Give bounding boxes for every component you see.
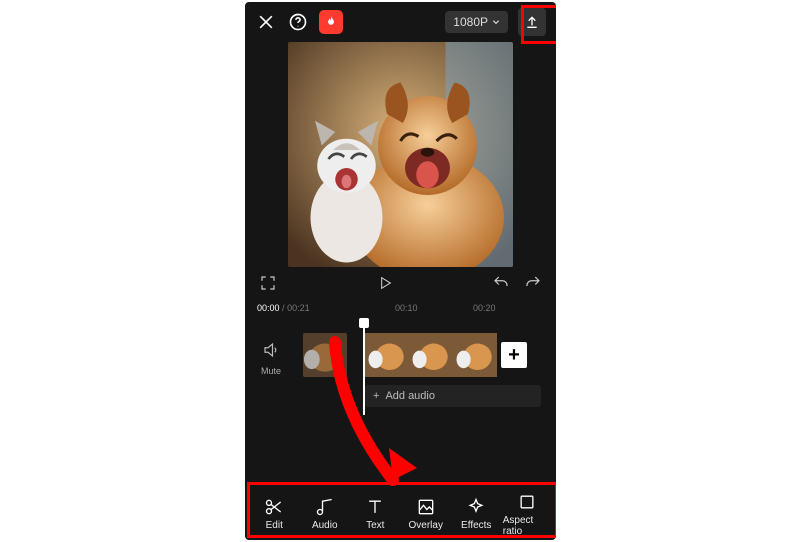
clip-frame [453,333,497,377]
redo-icon [524,274,542,292]
pro-flame-icon[interactable] [319,10,343,34]
playback-controls [245,267,556,303]
top-bar: 1080P [245,2,556,42]
music-note-icon [315,497,335,517]
text-icon [365,497,385,517]
add-audio-label: Add audio [385,390,435,402]
total-time: / 00:21 [282,303,310,313]
resolution-dropdown[interactable]: 1080P [445,11,508,33]
undo-icon [492,274,510,292]
aspect-ratio-icon [517,492,537,512]
resolution-label: 1080P [453,15,488,29]
clip-strip[interactable] [365,333,497,377]
mute-toggle[interactable]: Mute [251,341,291,376]
upload-icon [524,14,540,30]
help-icon[interactable] [287,11,309,33]
fullscreen-button[interactable] [259,274,277,297]
current-time: 00:00 [257,303,280,313]
tool-label: Aspect ratio [503,515,551,537]
tool-bar: Edit Audio Text Overlay Effects Aspect r… [245,488,556,540]
tool-aspect-ratio[interactable]: Aspect ratio [503,492,551,537]
tool-overlay[interactable]: Overlay [402,497,450,531]
timeline[interactable]: Mute + + Add audio [245,323,556,419]
ruler-mark: 00:10 [395,303,418,313]
clip-frame [409,333,453,377]
speaker-icon [262,341,280,359]
tool-label: Edit [266,520,283,531]
close-icon[interactable] [255,11,277,33]
video-editor-app: 1080P [245,2,556,540]
cover-clip-thumb[interactable] [303,333,347,377]
play-icon [377,275,393,291]
tool-effects[interactable]: Effects [452,497,500,531]
preview-area [245,42,556,267]
overlay-icon [416,497,436,517]
preview-thumbnail [288,42,513,267]
export-button[interactable] [518,8,546,36]
tool-audio[interactable]: Audio [301,497,349,531]
video-preview[interactable] [288,42,513,267]
redo-button[interactable] [524,274,542,297]
sparkle-icon [466,497,486,517]
tool-edit[interactable]: Edit [250,497,298,531]
play-button[interactable] [377,275,393,296]
plus-icon: + [373,390,379,402]
scissors-icon [264,497,284,517]
tool-label: Text [366,520,384,531]
ruler-mark: 00:20 [473,303,496,313]
clip-frame [365,333,409,377]
fullscreen-icon [259,274,277,292]
tool-label: Audio [312,520,338,531]
add-clip-button[interactable]: + [501,342,527,368]
add-audio-button[interactable]: + Add audio [365,385,541,407]
tool-label: Overlay [409,520,443,531]
undo-button[interactable] [492,274,510,297]
time-ruler[interactable]: 00:00 / 00:21 00:10 00:20 [245,303,556,319]
mute-label: Mute [251,366,291,376]
tool-label: Effects [461,520,491,531]
chevron-down-icon [492,18,500,26]
tool-text[interactable]: Text [351,497,399,531]
